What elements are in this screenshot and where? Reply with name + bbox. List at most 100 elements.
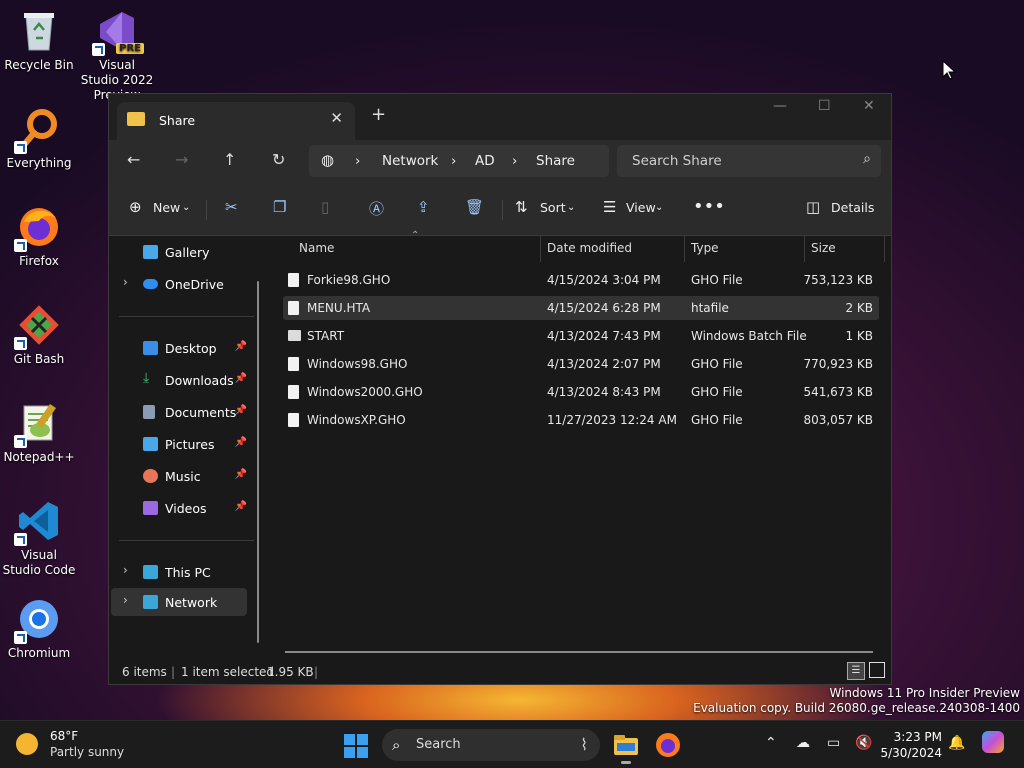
sidebar-item-downloads[interactable]: ⤓ Downloads 📌 — [111, 366, 247, 394]
sidebar-item-network[interactable]: › Network — [111, 588, 247, 616]
sidebar-item-label: OneDrive — [165, 277, 224, 292]
desktop-icon-recycle-bin[interactable]: Recycle Bin — [1, 8, 77, 73]
tab-share[interactable]: Share ✕ — [117, 102, 355, 140]
desktop-icon-vscode[interactable]: Visual Studio Code — [1, 498, 77, 578]
details-view-icon[interactable]: ☰ — [847, 662, 865, 680]
network-monitor-icon[interactable]: ▭ — [827, 735, 840, 751]
details-button[interactable]: Details — [831, 200, 874, 215]
column-divider — [884, 236, 885, 262]
up-button[interactable]: ↑ — [223, 150, 236, 169]
table-row[interactable]: WindowsXP.GHO 11/27/2023 12:24 AM GHO Fi… — [283, 408, 879, 432]
visual-studio-icon: PRE — [92, 8, 144, 56]
taskbar-firefox[interactable] — [654, 731, 682, 759]
desktop-icon-firefox[interactable]: Firefox — [1, 204, 77, 269]
breadcrumb-ad[interactable]: AD — [475, 153, 495, 169]
expand-chevron-icon[interactable]: › — [123, 563, 128, 577]
expand-chevron-icon[interactable]: › — [123, 275, 128, 289]
sidebar-item-desktop[interactable]: Desktop 📌 — [111, 334, 247, 362]
volume-muted-icon[interactable]: 🔇 — [855, 735, 872, 751]
cut-icon[interactable]: ✂ — [225, 198, 238, 216]
desktop-icon-notepad-plus-plus[interactable]: Notepad++ — [1, 400, 77, 465]
weather-description: Partly sunny — [50, 745, 125, 759]
close-tab-icon[interactable]: ✕ — [330, 109, 343, 127]
cloud-offline-icon[interactable]: ☁ — [796, 735, 810, 751]
table-row[interactable]: Windows98.GHO 4/13/2024 2:07 PM GHO File… — [283, 352, 879, 376]
sidebar-item-label: Desktop — [165, 341, 217, 356]
watermark-line: Evaluation copy. Build 26080.ge_release.… — [693, 701, 1020, 715]
column-header-date[interactable]: Date modified — [547, 241, 632, 255]
sidebar-item-gallery[interactable]: Gallery — [111, 238, 247, 266]
paste-icon[interactable]: ▯ — [321, 198, 329, 216]
share-icon[interactable]: ⇪ — [417, 198, 430, 216]
desktop-icon-git-bash[interactable]: Git Bash — [1, 302, 77, 367]
pin-icon[interactable]: 📌 — [235, 405, 247, 416]
close-window-button[interactable]: ✕ — [863, 98, 875, 114]
file-name: WindowsXP.GHO — [307, 413, 406, 427]
copilot-icon[interactable] — [982, 731, 1004, 753]
desktop-icon-everything[interactable]: Everything — [1, 106, 77, 171]
delete-icon[interactable]: 🗑 — [465, 198, 484, 216]
expand-chevron-icon[interactable]: › — [123, 593, 128, 607]
sidebar-item-videos[interactable]: Videos 📌 — [111, 494, 247, 522]
shortcut-arrow-icon — [14, 239, 27, 252]
tiles-view-icon[interactable] — [869, 662, 885, 678]
copy-icon[interactable]: ❐ — [273, 198, 286, 216]
breadcrumb-share[interactable]: Share — [536, 153, 575, 169]
desktop-icon-label: Notepad++ — [3, 450, 75, 464]
pin-icon[interactable]: 📌 — [235, 373, 247, 384]
desktop-icon-label: Recycle Bin — [4, 58, 74, 72]
sidebar-item-label: Music — [165, 469, 201, 484]
sidebar-scrollbar[interactable] — [257, 281, 259, 643]
breadcrumb-network[interactable]: Network — [382, 153, 438, 169]
taskbar-clock[interactable]: 3:23 PM 5/30/2024 — [880, 729, 942, 761]
pin-icon[interactable]: 📌 — [235, 469, 247, 480]
start-button[interactable] — [344, 734, 368, 758]
pin-icon[interactable]: 📌 — [235, 341, 247, 352]
sidebar-item-pictures[interactable]: Pictures 📌 — [111, 430, 247, 458]
new-button[interactable]: New — [153, 200, 180, 215]
details-pane-icon: ◫ — [806, 198, 821, 216]
column-header-name[interactable]: Name — [299, 241, 334, 255]
sort-button[interactable]: Sort — [540, 200, 566, 215]
new-tab-button[interactable]: + — [371, 104, 386, 125]
pin-icon[interactable]: 📌 — [235, 501, 247, 512]
sidebar-item-music[interactable]: Music 📌 — [111, 462, 247, 490]
desktop-icon-label: Chromium — [7, 646, 71, 660]
git-bash-icon — [14, 302, 62, 350]
table-row[interactable]: START 4/13/2024 7:43 PM Windows Batch Fi… — [283, 324, 879, 348]
windows-logo-icon — [357, 734, 368, 745]
desktop-icon-label: Firefox — [19, 254, 59, 268]
sidebar-item-documents[interactable]: Documents 📌 — [111, 398, 247, 426]
file-name: Windows2000.GHO — [307, 385, 423, 399]
rename-icon[interactable]: Ⓐ — [369, 198, 384, 219]
search-box[interactable]: Search Share ⌕ — [617, 145, 881, 177]
pin-icon[interactable]: 📌 — [235, 437, 247, 448]
column-header-type[interactable]: Type — [691, 241, 719, 255]
desktop-icon-visual-studio-2022[interactable]: PRE Visual Studio 2022 Preview — [79, 8, 155, 103]
taskbar-file-explorer[interactable] — [612, 731, 640, 764]
more-options-icon[interactable]: ••• — [693, 196, 725, 217]
table-row[interactable]: Forkie98.GHO 4/15/2024 3:04 PM GHO File … — [283, 268, 879, 292]
title-bar[interactable]: Share ✕ + — ☐ ✕ — [109, 94, 891, 140]
minimize-button[interactable]: — — [773, 98, 787, 114]
file-type: GHO File — [691, 273, 743, 287]
sidebar-item-onedrive[interactable]: › OneDrive — [111, 270, 247, 298]
column-header-size[interactable]: Size — [811, 241, 836, 255]
notification-bell-icon[interactable]: 🔔 — [948, 735, 965, 751]
horizontal-scrollbar[interactable] — [285, 651, 873, 653]
taskbar-search[interactable]: ⌕ Search ⌇ — [382, 729, 600, 761]
show-hidden-icons-chevron-icon[interactable]: ⌃ — [765, 735, 777, 751]
table-row[interactable]: Windows2000.GHO 4/13/2024 8:43 PM GHO Fi… — [283, 380, 879, 404]
maximize-button[interactable]: ☐ — [818, 98, 831, 114]
forward-button[interactable]: → — [175, 150, 188, 169]
table-row[interactable]: MENU.HTA 4/15/2024 6:28 PM htafile 2 KB — [283, 296, 879, 320]
item-count: 6 items — [122, 665, 167, 679]
address-bar[interactable]: ◍ › Network › AD › Share — [309, 145, 609, 177]
view-button[interactable]: View — [626, 200, 656, 215]
file-explorer-window[interactable]: Share ✕ + — ☐ ✕ ← → ↑ ↻ ◍ › Network › AD… — [108, 93, 892, 685]
chevron-down-icon: ⌄ — [567, 202, 576, 213]
sidebar-item-this-pc[interactable]: › This PC — [111, 558, 247, 586]
back-button[interactable]: ← — [127, 150, 140, 169]
desktop-icon-chromium[interactable]: Chromium — [1, 596, 77, 661]
refresh-button[interactable]: ↻ — [272, 150, 285, 169]
